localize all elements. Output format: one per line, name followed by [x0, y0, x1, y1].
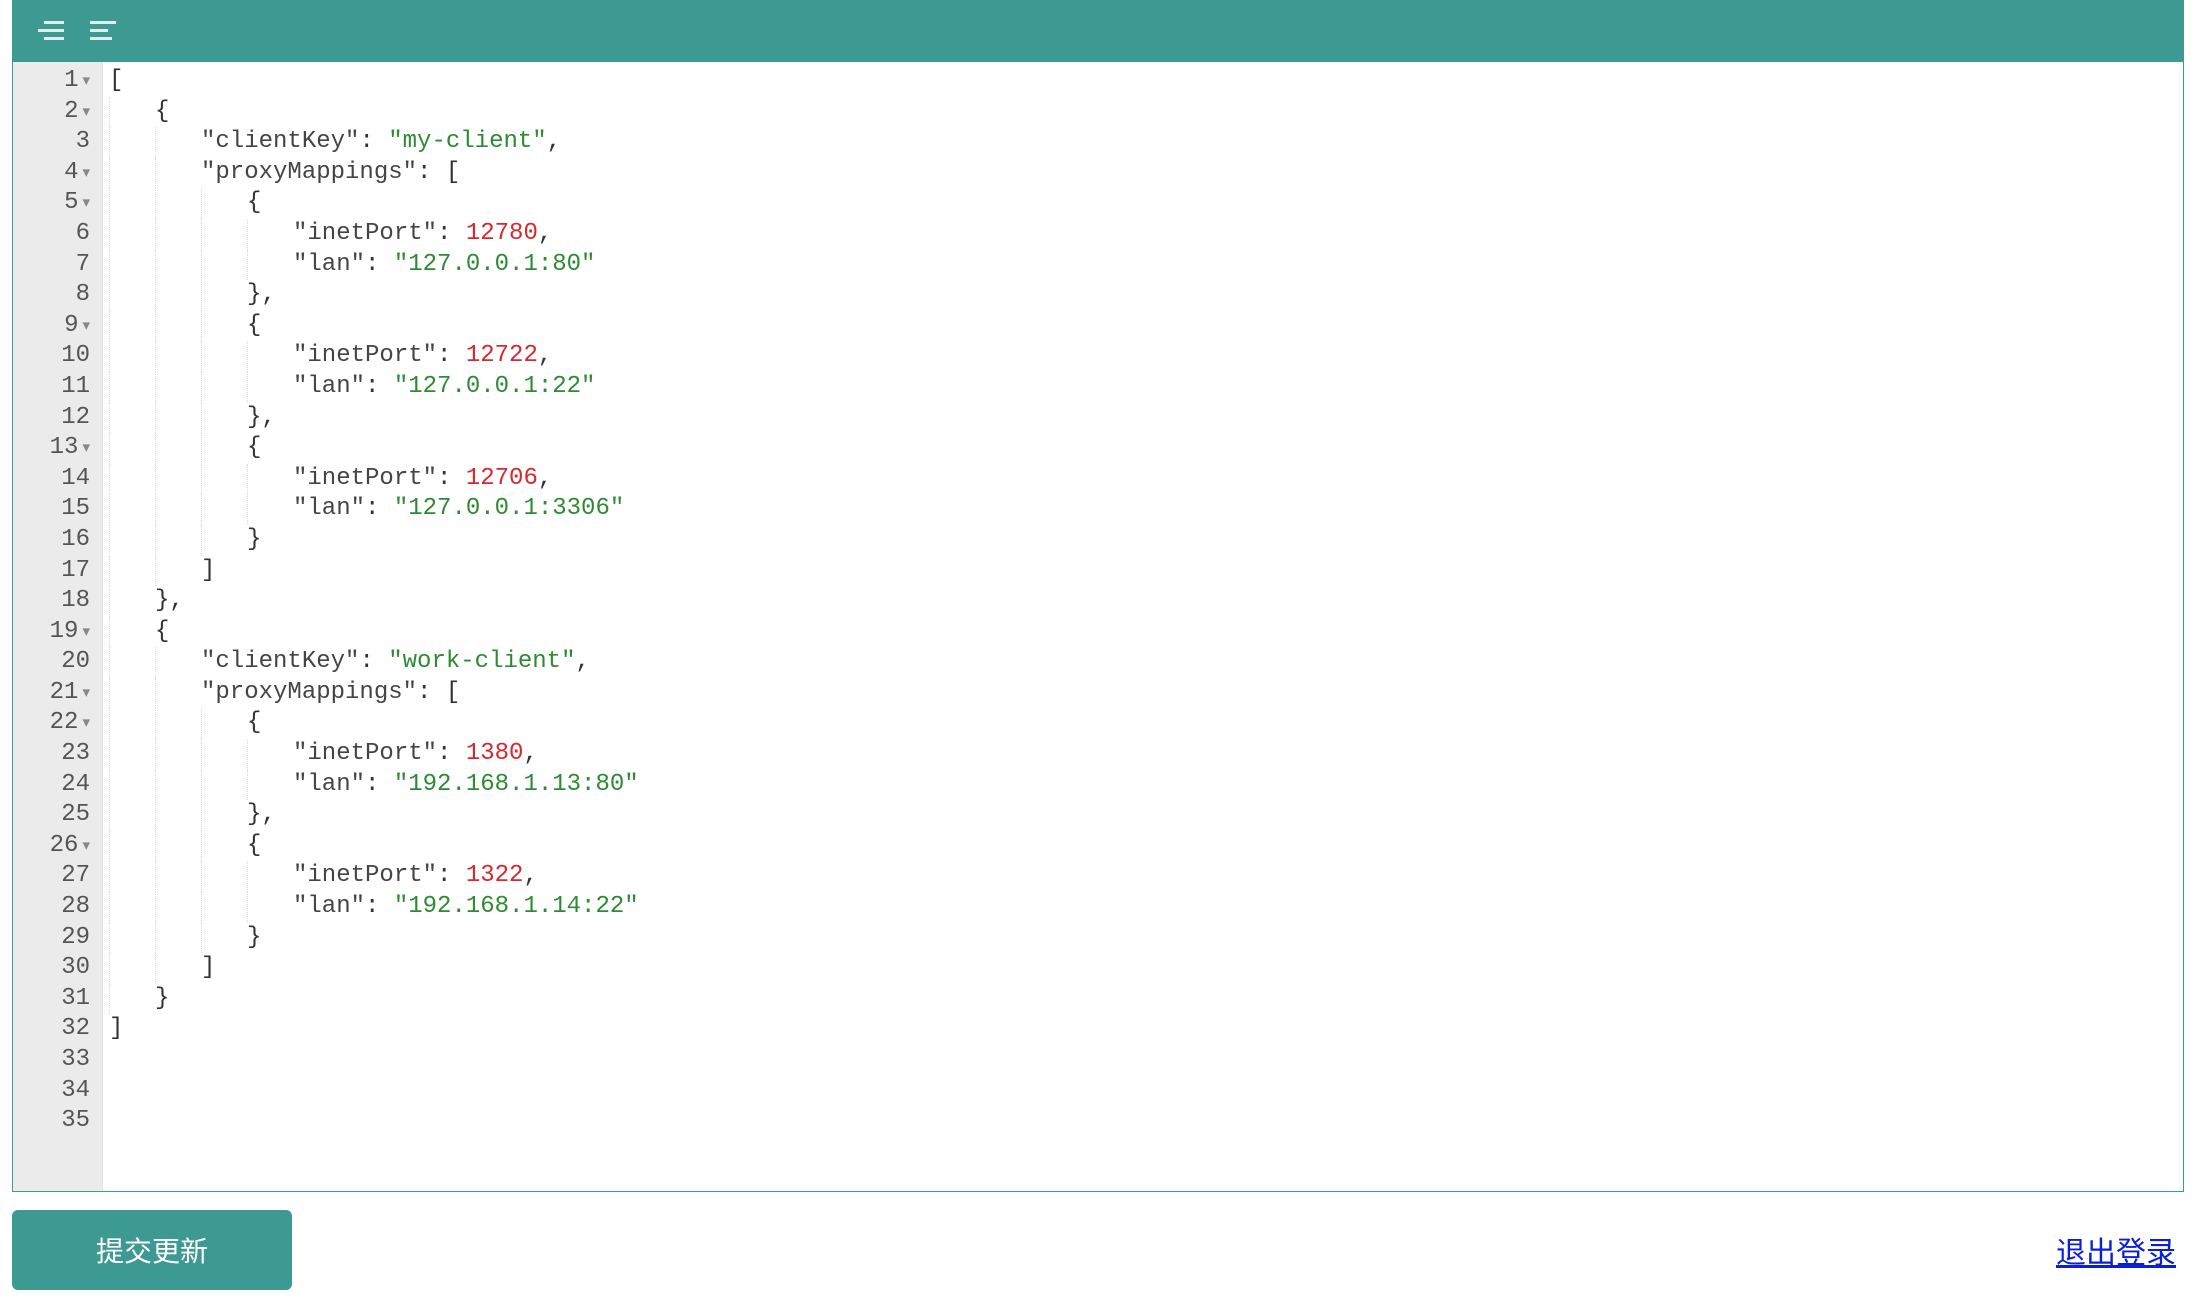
code-line[interactable]: }	[109, 923, 2183, 954]
line-number: ▾	[13, 678, 102, 709]
code-line[interactable]: [	[109, 66, 2183, 97]
indent-right-icon[interactable]	[30, 12, 68, 50]
editor-gutter: ▾▾▾▾▾▾▾▾▾▾	[13, 62, 103, 1191]
line-number	[13, 739, 102, 770]
code-line[interactable]: "lan": "192.168.1.13:80"	[109, 770, 2183, 801]
code-line[interactable]	[109, 1045, 2183, 1076]
code-line[interactable]: },	[109, 800, 2183, 831]
code-line[interactable]	[109, 1106, 2183, 1137]
align-left-icon[interactable]	[86, 12, 124, 50]
line-number: ▾	[13, 66, 102, 97]
code-line[interactable]: {	[109, 831, 2183, 862]
line-number	[13, 403, 102, 434]
line-number	[13, 861, 102, 892]
code-line[interactable]: ]	[109, 556, 2183, 587]
line-number	[13, 800, 102, 831]
fold-toggle-icon[interactable]: ▾	[82, 97, 90, 128]
code-line[interactable]: {	[109, 433, 2183, 464]
line-number	[13, 1045, 102, 1076]
code-line[interactable]: },	[109, 280, 2183, 311]
line-number	[13, 250, 102, 281]
line-number: ▾	[13, 433, 102, 464]
fold-toggle-icon[interactable]: ▾	[82, 708, 90, 739]
fold-toggle-icon[interactable]: ▾	[82, 617, 90, 648]
code-line[interactable]: },	[109, 403, 2183, 434]
code-line[interactable]: "inetPort": 1380,	[109, 739, 2183, 770]
line-number	[13, 892, 102, 923]
fold-toggle-icon[interactable]: ▾	[82, 678, 90, 709]
code-line[interactable]: "inetPort": 12780,	[109, 219, 2183, 250]
line-number	[13, 984, 102, 1015]
line-number	[13, 953, 102, 984]
code-line[interactable]: ]	[109, 953, 2183, 984]
code-line[interactable]: }	[109, 984, 2183, 1015]
line-number	[13, 464, 102, 495]
fold-toggle-icon[interactable]: ▾	[82, 311, 90, 342]
line-number	[13, 127, 102, 158]
fold-toggle-icon[interactable]: ▾	[82, 158, 90, 189]
code-line[interactable]: {	[109, 97, 2183, 128]
line-number: ▾	[13, 97, 102, 128]
code-line[interactable]: ]	[109, 1014, 2183, 1045]
line-number	[13, 1014, 102, 1045]
code-line[interactable]: {	[109, 617, 2183, 648]
code-line[interactable]: {	[109, 311, 2183, 342]
submit-button[interactable]: 提交更新	[12, 1210, 292, 1290]
code-line[interactable]: "lan": "127.0.0.1:22"	[109, 372, 2183, 403]
code-line[interactable]: "proxyMappings": [	[109, 158, 2183, 189]
code-line[interactable]: {	[109, 188, 2183, 219]
code-line[interactable]: "lan": "192.168.1.14:22"	[109, 892, 2183, 923]
code-line[interactable]: "lan": "127.0.0.1:3306"	[109, 494, 2183, 525]
line-number: ▾	[13, 617, 102, 648]
fold-toggle-icon[interactable]: ▾	[82, 831, 90, 862]
fold-toggle-icon[interactable]: ▾	[82, 66, 90, 97]
code-line[interactable]: "clientKey": "my-client",	[109, 127, 2183, 158]
line-number	[13, 586, 102, 617]
line-number	[13, 280, 102, 311]
toolbar	[12, 0, 2184, 62]
line-number	[13, 525, 102, 556]
code-line[interactable]: {	[109, 708, 2183, 739]
line-number	[13, 556, 102, 587]
line-number	[13, 647, 102, 678]
line-number: ▾	[13, 831, 102, 862]
line-number: ▾	[13, 311, 102, 342]
code-line[interactable]: "lan": "127.0.0.1:80"	[109, 250, 2183, 281]
line-number: ▾	[13, 188, 102, 219]
line-number: ▾	[13, 708, 102, 739]
code-line[interactable]: "inetPort": 12706,	[109, 464, 2183, 495]
line-number: ▾	[13, 158, 102, 189]
footer: 提交更新 退出登录	[12, 1192, 2184, 1290]
code-line[interactable]: "proxyMappings": [	[109, 678, 2183, 709]
line-number	[13, 923, 102, 954]
line-number	[13, 341, 102, 372]
code-editor[interactable]: ▾▾▾▾▾▾▾▾▾▾ [{"clientKey": "my-client","p…	[12, 62, 2184, 1192]
line-number	[13, 372, 102, 403]
line-number	[13, 494, 102, 525]
code-line[interactable]: "clientKey": "work-client",	[109, 647, 2183, 678]
fold-toggle-icon[interactable]: ▾	[82, 188, 90, 219]
line-number	[13, 770, 102, 801]
code-line[interactable]: }	[109, 525, 2183, 556]
editor-code-area[interactable]: [{"clientKey": "my-client","proxyMapping…	[103, 62, 2183, 1191]
line-number	[13, 1076, 102, 1107]
logout-link[interactable]: 退出登录	[2056, 1228, 2176, 1272]
code-line[interactable]: "inetPort": 1322,	[109, 861, 2183, 892]
line-number	[13, 219, 102, 250]
line-number	[13, 1106, 102, 1137]
code-line[interactable]	[109, 1076, 2183, 1107]
fold-toggle-icon[interactable]: ▾	[82, 433, 90, 464]
code-line[interactable]: "inetPort": 12722,	[109, 341, 2183, 372]
code-line[interactable]: },	[109, 586, 2183, 617]
